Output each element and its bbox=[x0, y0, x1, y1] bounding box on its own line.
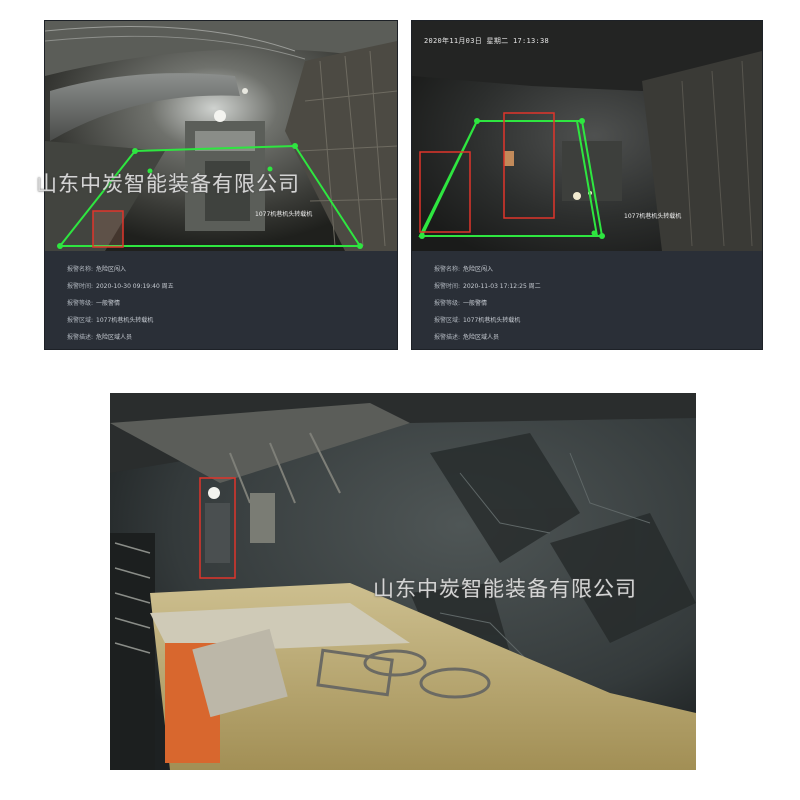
alarm-label: 报警名称: bbox=[434, 266, 461, 273]
alarm-row: 报警区域: 1077机巷机头转载机 bbox=[434, 312, 762, 329]
zone-label-right: 1077机巷机头转载机 bbox=[624, 213, 682, 220]
alarm-row: 报警等级: 一般警情 bbox=[434, 295, 762, 312]
alarm-value: 一般警情 bbox=[96, 300, 121, 307]
timestamp-right: 2020年11月03日 星期二 17:13:38 bbox=[424, 37, 550, 45]
alarm-row: 报警等级: 一般警情 bbox=[67, 295, 397, 312]
alarm-label: 报警等级: bbox=[67, 300, 94, 307]
alarm-value: 一般警情 bbox=[463, 300, 488, 307]
alarm-label: 报警区域: bbox=[67, 317, 94, 324]
tunnel-scene-left bbox=[45, 21, 397, 251]
alarm-label: 报警区域: bbox=[434, 317, 461, 324]
alarm-label: 报警时间: bbox=[67, 283, 94, 290]
alarm-label: 报警描述: bbox=[434, 334, 461, 341]
alarm-row: 报警名称: 危险区闯入 bbox=[67, 261, 397, 278]
alarm-row: 报警描述: 危险区域人员 bbox=[434, 329, 762, 346]
alarm-value: 危险区闯入 bbox=[96, 266, 127, 273]
alarm-row: 报警时间: 2020-11-03 17:12:25 周二 bbox=[434, 278, 762, 295]
alarm-row: 报警名称: 危险区闯入 bbox=[434, 261, 762, 278]
camera-feed-left: 1077机巷机头转载机 bbox=[45, 21, 397, 251]
zone-label-left: 1077机巷机头转载机 bbox=[255, 211, 313, 218]
alarm-label: 报警描述: bbox=[67, 334, 94, 341]
camera-feed-right: 2020年11月03日 星期二 17:13:38 1077机巷机头转载机 bbox=[412, 21, 762, 251]
alarm-row: 报警区域: 1077机巷机头转载机 bbox=[67, 312, 397, 329]
alarm-label: 报警名称: bbox=[67, 266, 94, 273]
alarm-label: 报警时间: bbox=[434, 283, 461, 290]
tunnel-scene-right bbox=[412, 21, 762, 251]
alarm-value: 1077机巷机头转载机 bbox=[463, 317, 521, 324]
alarm-value: 2020-10-30 09:19:40 周五 bbox=[96, 283, 174, 290]
alarm-info-left: 报警名称: 危险区闯入 报警时间: 2020-10-30 09:19:40 周五 报… bbox=[45, 251, 397, 349]
alarm-row: 报警描述: 危险区域人员 bbox=[67, 329, 397, 346]
alarm-info-right: 报警名称: 危险区闯入 报警时间: 2020-11-03 17:12:25 周二 报… bbox=[412, 251, 762, 349]
alarm-panel-right[interactable]: 2020年11月03日 星期二 17:13:38 1077机巷机头转载机 报警名… bbox=[411, 20, 763, 350]
alarm-value: 危险区闯入 bbox=[463, 266, 494, 273]
company-watermark-top: 山东中炭智能装备有限公司 bbox=[36, 172, 300, 196]
alarm-value: 危险区域人员 bbox=[96, 334, 133, 341]
alarm-label: 报警等级: bbox=[434, 300, 461, 307]
alarm-row: 报警时间: 2020-10-30 09:19:40 周五 bbox=[67, 278, 397, 295]
alarm-value: 2020-11-03 17:12:25 周二 bbox=[463, 283, 541, 290]
alarm-value: 危险区域人员 bbox=[463, 334, 500, 341]
company-watermark-bottom: 山东中炭智能装备有限公司 bbox=[373, 577, 637, 601]
alarm-value: 1077机巷机头转载机 bbox=[96, 317, 154, 324]
